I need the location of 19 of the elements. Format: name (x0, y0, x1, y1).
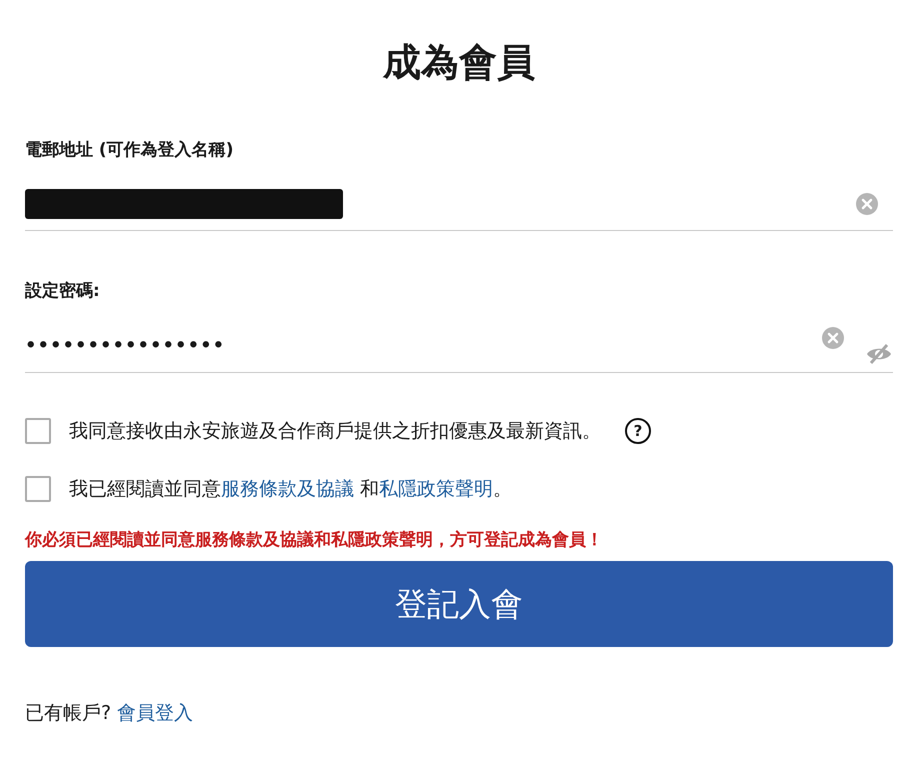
error-message: 你必須已經閱讀並同意服務條款及協議和私隱政策聲明，方可登記成為會員！ (25, 528, 604, 552)
footer-text: 已有帳戶? (25, 702, 112, 724)
help-icon[interactable]: ? (625, 418, 651, 444)
field-label: 電郵地址 (可作為登入名稱) (25, 138, 234, 162)
hidden-eye-icon[interactable] (865, 343, 893, 366)
clear-icon[interactable] (855, 192, 879, 216)
register-button[interactable]: 登記入會 (25, 561, 893, 648)
clear-icon[interactable] (821, 326, 845, 350)
text-link[interactable]: 服務條款及協議 (221, 478, 354, 500)
checkbox[interactable] (25, 476, 51, 502)
page-title: 成為會員 (382, 40, 536, 86)
consent-text: 我同意接收由永安旅遊及合作商戶提供之折扣優惠及最新資訊。 (69, 418, 601, 444)
consent-text: 我已經閱讀並同意服務條款及協議 和私隱政策聲明。 (69, 477, 512, 502)
field-label: 設定密碼: (25, 280, 100, 304)
input-field[interactable]: •••••••••••••••• (25, 318, 893, 373)
password-value: •••••••••••••••• (25, 334, 226, 358)
checkbox[interactable] (25, 418, 51, 444)
login-link[interactable]: 會員登入 (117, 702, 194, 724)
text-link[interactable]: 私隱政策聲明 (379, 478, 494, 500)
